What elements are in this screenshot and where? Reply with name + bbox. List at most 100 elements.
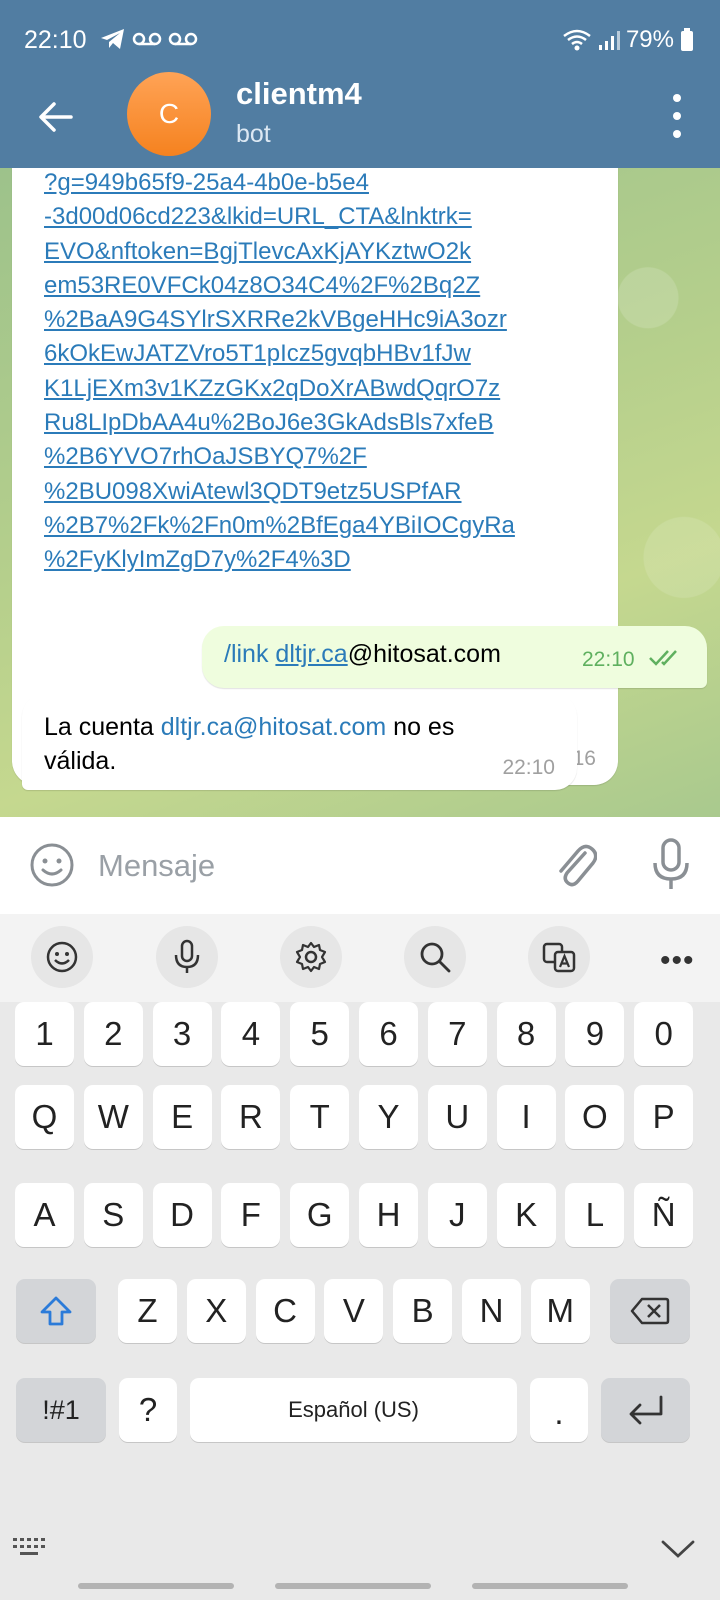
- key-k[interactable]: K: [496, 1183, 556, 1247]
- link-line[interactable]: Ru8LIpDbAA4u%2BoJ6e3GkAdsBls7xfeB: [44, 406, 604, 440]
- link-line[interactable]: %2FyKlyImZgD7y%2F4%3D: [44, 543, 604, 577]
- key-j[interactable]: J: [427, 1183, 487, 1247]
- key-f[interactable]: F: [221, 1183, 281, 1247]
- key-g[interactable]: G: [290, 1183, 350, 1247]
- emoji-button[interactable]: [28, 841, 76, 894]
- key-d[interactable]: D: [152, 1183, 212, 1247]
- attach-button[interactable]: [553, 839, 598, 896]
- paperclip-icon: [559, 844, 598, 887]
- backspace-key[interactable]: [610, 1279, 690, 1343]
- chevron-down-icon[interactable]: [660, 1536, 696, 1560]
- key-x[interactable]: X: [186, 1279, 246, 1343]
- key-q[interactable]: Q: [15, 1085, 74, 1149]
- chat-title[interactable]: clientm4: [236, 76, 362, 112]
- bot-command[interactable]: /link: [224, 640, 268, 668]
- incoming-message-link[interactable]: [https://www.netflix.com/password?g=949b…: [12, 168, 618, 785]
- key-w[interactable]: W: [83, 1085, 143, 1149]
- message-input[interactable]: [96, 839, 520, 893]
- enter-icon: [629, 1395, 662, 1425]
- key-n[interactable]: N: [462, 1279, 521, 1343]
- key-l[interactable]: L: [565, 1183, 625, 1247]
- status-time: 22:10: [24, 26, 87, 54]
- key-3[interactable]: 3: [152, 1002, 212, 1066]
- translate-icon: [542, 942, 576, 973]
- shift-key[interactable]: [16, 1279, 96, 1343]
- link-line[interactable]: %2B6YVO7rhOaJSBYQ7%2F: [44, 440, 604, 474]
- link-line[interactable]: %2B7%2Fk%2Fn0m%2BfEga4YBiIOCgyRa: [44, 509, 604, 543]
- period-key[interactable]: .: [530, 1378, 588, 1442]
- voicemail-icon: [168, 32, 198, 46]
- space-key[interactable]: Español (US): [190, 1378, 517, 1442]
- enter-key[interactable]: [601, 1378, 690, 1442]
- message-link[interactable]: [https://www.netflix.com/password?g=949b…: [44, 168, 604, 578]
- more-icon[interactable]: •••: [660, 944, 695, 978]
- key-4[interactable]: 4: [221, 1002, 281, 1066]
- key-y[interactable]: Y: [359, 1085, 418, 1149]
- key-z[interactable]: Z: [118, 1279, 177, 1343]
- key-p[interactable]: P: [634, 1085, 694, 1149]
- key-5[interactable]: 5: [290, 1002, 350, 1066]
- link-line[interactable]: K1LjEXm3v1KZzGKx2qDoXrABwdQqrO7z: [44, 372, 604, 406]
- keyboard-voice-button[interactable]: [156, 926, 218, 988]
- double-check-icon: [649, 650, 677, 666]
- link-line[interactable]: em53RE0VFCk04z8O34C4%2F%2Bq2Z: [44, 269, 604, 303]
- more-options-button[interactable]: [662, 94, 692, 138]
- shift-icon: [40, 1296, 72, 1326]
- voicemail-icon: [132, 32, 162, 46]
- nav-bar-segment: [78, 1583, 234, 1589]
- app-header: 22:10 79% C clientm4 bot: [0, 0, 720, 168]
- keyboard-toolbar: •••: [0, 914, 720, 1002]
- key-u[interactable]: U: [427, 1085, 487, 1149]
- keyboard-layout-icon[interactable]: [12, 1536, 48, 1560]
- key-ñ[interactable]: Ñ: [634, 1183, 694, 1247]
- keyboard-emoji-button[interactable]: [31, 926, 93, 988]
- dot-icon: [673, 94, 681, 102]
- message-time: 22:10: [502, 756, 555, 779]
- avatar[interactable]: C: [127, 72, 211, 156]
- key-c[interactable]: C: [255, 1279, 315, 1343]
- outgoing-message[interactable]: /link dltjr.ca@hitosat.com 22:10: [202, 626, 707, 688]
- notification-icons: [100, 28, 198, 50]
- key-t[interactable]: T: [290, 1085, 350, 1149]
- message-link[interactable]: dltjr.ca: [275, 640, 347, 668]
- key-h[interactable]: H: [359, 1183, 418, 1247]
- incoming-message[interactable]: La cuenta dltjr.ca@hitosat.com no es vál…: [22, 694, 577, 790]
- battery-icon: [681, 28, 693, 51]
- key-0[interactable]: 0: [634, 1002, 694, 1066]
- key-e[interactable]: E: [152, 1085, 212, 1149]
- question-key[interactable]: ?: [119, 1378, 177, 1442]
- link-line[interactable]: EVO&nftoken=BgjTlevcAxKjAYKztwO2k: [44, 235, 604, 269]
- key-i[interactable]: I: [496, 1085, 556, 1149]
- key-o[interactable]: O: [565, 1085, 625, 1149]
- link-line[interactable]: 6kOkEwJATZVro5T1pIcz5gvqbHBv1fJw: [44, 337, 604, 371]
- key-s[interactable]: S: [83, 1183, 143, 1247]
- key-6[interactable]: 6: [359, 1002, 418, 1066]
- back-button[interactable]: [30, 92, 80, 142]
- key-b[interactable]: B: [393, 1279, 453, 1343]
- link-line[interactable]: ?g=949b65f9-25a4-4b0e-b5e4: [44, 168, 604, 200]
- link-line[interactable]: -3d00d06cd223&lkid=URL_CTA&lnktrk=: [44, 200, 604, 234]
- key-m[interactable]: M: [530, 1279, 590, 1343]
- email-link[interactable]: dltjr.ca@hitosat.com: [161, 713, 386, 741]
- key-v[interactable]: V: [324, 1279, 384, 1343]
- symbols-key[interactable]: !#1: [16, 1378, 106, 1442]
- keyboard-search-button[interactable]: [404, 926, 466, 988]
- nav-bar-segment: [472, 1583, 628, 1589]
- message-input-bar: [0, 817, 720, 914]
- keyboard-translate-button[interactable]: [528, 926, 590, 988]
- battery-percent: 79%: [625, 26, 674, 53]
- key-1[interactable]: 1: [15, 1002, 74, 1066]
- voice-message-button[interactable]: [651, 837, 691, 898]
- message-text: La cuenta dltjr.ca@hitosat.com no es vál…: [44, 710, 524, 778]
- key-r[interactable]: R: [221, 1085, 281, 1149]
- keyboard-settings-button[interactable]: [280, 926, 342, 988]
- key-a[interactable]: A: [15, 1183, 74, 1247]
- key-8[interactable]: 8: [496, 1002, 556, 1066]
- key-9[interactable]: 9: [565, 1002, 625, 1066]
- key-2[interactable]: 2: [83, 1002, 143, 1066]
- link-line[interactable]: %2BaA9G4SYlrSXRRe2kVBgeHHc9iA3ozr: [44, 303, 604, 337]
- settings-icon: [295, 941, 327, 973]
- link-line[interactable]: %2BU098XwiAtewl3QDT9etz5USPfAR: [44, 475, 604, 509]
- chat-area[interactable]: [https://www.netflix.com/password?g=949b…: [0, 168, 720, 817]
- key-7[interactable]: 7: [427, 1002, 487, 1066]
